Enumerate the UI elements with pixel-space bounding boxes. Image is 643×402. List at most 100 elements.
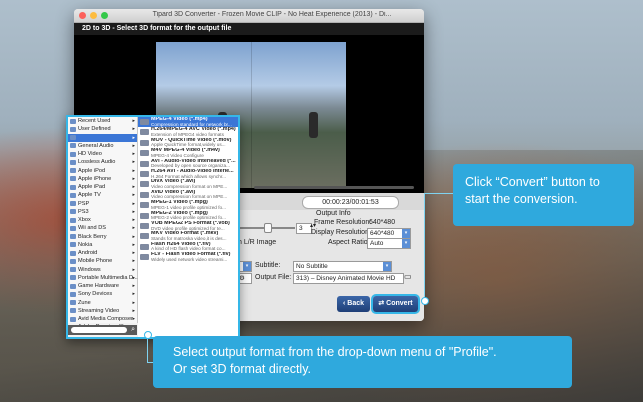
back-button[interactable]: ‹ Back bbox=[337, 296, 370, 312]
category-icon bbox=[70, 118, 76, 124]
step-title: 2D to 3D - Select 3D format for the outp… bbox=[74, 23, 424, 35]
category-item[interactable]: Apple iPad ▸ bbox=[68, 183, 137, 191]
category-item[interactable]: Xbox ▸ bbox=[68, 216, 137, 224]
category-item[interactable]: Sony Devices ▸ bbox=[68, 290, 137, 298]
category-item[interactable]: Wii and DS ▸ bbox=[68, 224, 137, 232]
category-item[interactable]: Apple iPod ▸ bbox=[68, 167, 137, 175]
output-file-field[interactable]: 313) – Disney Animated Movie HD bbox=[293, 273, 404, 284]
aspect-ratio-select[interactable]: Auto ▾ bbox=[367, 238, 411, 249]
format-item[interactable]: H.264 AVI - Audio-Video Interle... H.264 … bbox=[138, 169, 238, 179]
format-item[interactable]: DivX Video (*.avi) Video compression form… bbox=[138, 179, 238, 189]
category-item[interactable]: HD Video ▸ bbox=[68, 150, 137, 158]
format-item[interactable]: H.264/MPEG-4 AVC Video (*.mp4) Extension … bbox=[138, 127, 238, 137]
category-item[interactable]: Zune ▸ bbox=[68, 299, 137, 307]
chevron-right-icon: ▸ bbox=[132, 184, 135, 190]
callout-connector bbox=[147, 335, 148, 362]
chevron-down-icon: ▾ bbox=[383, 262, 391, 271]
convert-callout: Click “Convert” button to start the conv… bbox=[453, 164, 634, 226]
frame-resolution-value: 640*480 bbox=[369, 219, 396, 226]
folder-icon[interactable]: ▭ bbox=[404, 272, 412, 281]
format-item[interactable]: M4V MPEG-4 Video (*.m4v) MPEG-4 Video Con… bbox=[138, 148, 238, 158]
category-item[interactable]: Portable Multimedia D... ▸ bbox=[68, 274, 138, 282]
callout-anchor-dot bbox=[144, 331, 152, 339]
category-item[interactable]: PSP ▸ bbox=[68, 200, 137, 208]
category-item[interactable]: Windows ▸ bbox=[68, 266, 137, 274]
category-item[interactable]: Avid Media Composer ▸ bbox=[68, 315, 137, 323]
subtitle-select[interactable]: No Subtitle ▾ bbox=[293, 261, 392, 272]
category-label: Portable Multimedia D... bbox=[78, 274, 138, 281]
category-icon bbox=[70, 168, 76, 173]
category-icon bbox=[70, 209, 76, 215]
category-icon bbox=[70, 275, 76, 281]
category-label: Apple TV bbox=[78, 192, 101, 199]
chevron-right-icon: ▸ bbox=[132, 159, 135, 166]
format-item[interactable]: MPEG-2 Video (*.mpg) MPEG-2 video profile… bbox=[138, 211, 238, 221]
playback-progress-bar[interactable] bbox=[254, 186, 414, 189]
frame-resolution-label: Frame Resolution: bbox=[314, 219, 372, 226]
category-item[interactable]: ▸ bbox=[68, 133, 137, 142]
category-label: Sony Devices bbox=[78, 291, 113, 298]
category-label: Lossless Audio bbox=[78, 159, 116, 166]
category-icon bbox=[70, 143, 76, 149]
category-item[interactable]: Lossless Audio ▸ bbox=[68, 158, 137, 166]
category-item[interactable]: User Defined ▸ bbox=[68, 125, 137, 133]
format-item[interactable]: MPEG-1 Video (*.mpg) MPEG-1 video profile… bbox=[138, 200, 238, 210]
video-format-icon bbox=[140, 202, 149, 209]
format-item[interactable]: FLV - Flash Video Format (*.flv) Widely u… bbox=[138, 252, 238, 262]
category-item[interactable]: Apple TV ▸ bbox=[68, 191, 137, 199]
format-item[interactable]: MPEG-4 Video (*.mp4) Compression standard… bbox=[138, 117, 238, 128]
format-item[interactable]: VOB MPEG2 PS Format (*.vob) DVD video pro… bbox=[138, 221, 238, 231]
convert-arrows-icon: ⇄ bbox=[378, 300, 387, 307]
profile-callout-line2: Or set 3D format directly. bbox=[173, 362, 311, 376]
category-icon bbox=[70, 135, 76, 140]
category-item[interactable]: PS3 ▸ bbox=[68, 208, 137, 216]
category-item[interactable]: Android ▸ bbox=[68, 249, 137, 257]
category-icon bbox=[70, 225, 76, 231]
category-label: Mobile Phone bbox=[78, 258, 113, 265]
depth-slider-handle[interactable] bbox=[264, 223, 272, 233]
category-item[interactable]: General Audio ▸ bbox=[68, 142, 137, 150]
category-icon bbox=[70, 176, 76, 182]
format-item[interactable]: XviD Video (*.avi) Video compression form… bbox=[138, 190, 238, 200]
chevron-right-icon: ▸ bbox=[132, 126, 135, 133]
zoom-window-button[interactable] bbox=[101, 12, 108, 19]
category-item[interactable]: Mobile Phone ▸ bbox=[68, 257, 137, 265]
format-item[interactable]: MKV Video Format (*.mkv) Stands for matro… bbox=[138, 231, 238, 241]
chevron-down-icon: ▾ bbox=[402, 229, 410, 238]
format-item[interactable]: MOV - QuickTime Video (*.mov) Apple Quick… bbox=[138, 138, 238, 148]
category-icon bbox=[70, 258, 76, 264]
chevron-right-icon: ▸ bbox=[132, 192, 135, 199]
video-format-icon bbox=[140, 254, 149, 261]
chevron-right-icon: ▸ bbox=[132, 258, 135, 265]
title-bar[interactable]: Tipard 3D Converter - Frozen Movie CLIP … bbox=[74, 9, 424, 23]
format-description: Widely used network video streami... bbox=[151, 256, 228, 262]
category-item[interactable]: Apple iPhone ▸ bbox=[68, 175, 137, 183]
category-list: Recent Used ▸ User Defined ▸ ▸ General Audio ▸… bbox=[68, 117, 138, 330]
search-icon[interactable]: ⌕ bbox=[131, 325, 135, 335]
category-icon bbox=[70, 308, 76, 314]
profile-search-input[interactable] bbox=[71, 327, 127, 333]
category-label: Windows bbox=[78, 266, 101, 273]
video-format-icon bbox=[140, 233, 149, 240]
right-eye-image bbox=[251, 42, 346, 188]
close-window-button[interactable] bbox=[79, 12, 86, 19]
convert-button[interactable]: ⇄ Convert bbox=[373, 296, 418, 312]
chevron-right-icon: ▸ bbox=[132, 134, 135, 141]
category-item[interactable]: Recent Used ▸ bbox=[68, 117, 137, 125]
output-info-title: Output Info bbox=[316, 210, 351, 217]
video-format-icon bbox=[140, 150, 149, 157]
category-label: Apple iPod bbox=[78, 167, 106, 174]
callout-anchor-dot bbox=[421, 297, 429, 305]
category-item[interactable]: Game Hardware ▸ bbox=[68, 282, 137, 290]
format-item[interactable]: Flash H264 Video (*.flv) A kind of HD fla… bbox=[138, 242, 238, 252]
category-item[interactable]: Streaming Video ▸ bbox=[68, 307, 137, 315]
category-item[interactable]: Black Berry ▸ bbox=[68, 233, 137, 241]
category-label: HD Video bbox=[78, 151, 102, 157]
profile-dropdown: Recent Used ▸ User Defined ▸ ▸ General Audio ▸… bbox=[66, 115, 240, 339]
chevron-right-icon: ▸ bbox=[132, 241, 135, 248]
chevron-right-icon: ▸ bbox=[132, 307, 135, 314]
format-item[interactable]: AVI - Audio-Video Interleaved (*... Devel… bbox=[138, 159, 238, 169]
video-format-icon bbox=[140, 243, 149, 250]
category-item[interactable]: Nokia ▸ bbox=[68, 241, 137, 249]
minimize-window-button[interactable] bbox=[90, 12, 97, 19]
